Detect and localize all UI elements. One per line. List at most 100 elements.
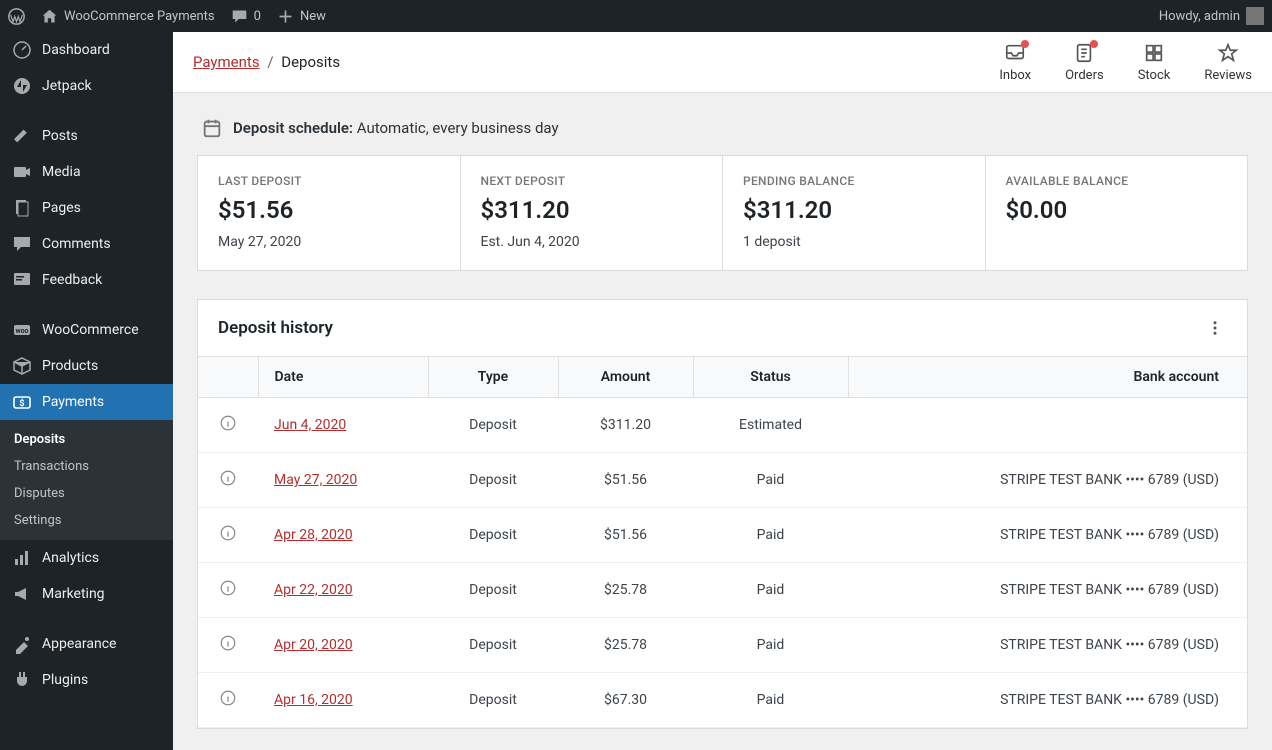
breadcrumb: Payments / Deposits (193, 53, 340, 71)
cell-type: Deposit (428, 453, 558, 508)
cell-amount: $25.78 (558, 618, 693, 673)
menu-pages[interactable]: Pages (0, 190, 173, 226)
activity-stock[interactable]: Stock (1138, 42, 1171, 83)
menu-dashboard[interactable]: Dashboard (0, 32, 173, 68)
stock-icon (1143, 42, 1165, 64)
table-row[interactable]: Apr 22, 2020Deposit$25.78PaidSTRIPE TEST… (198, 563, 1247, 618)
menu-analytics[interactable]: Analytics (0, 540, 173, 576)
table-row[interactable]: Apr 16, 2020 Deposit$67.30PaidSTRIPE TEST… (198, 673, 1247, 728)
menu-marketing[interactable]: Marketing (0, 576, 173, 612)
cell-date: May 27, 2020 (258, 453, 428, 508)
col-type[interactable]: Type (428, 357, 558, 398)
activity-inbox[interactable]: Inbox (999, 42, 1031, 83)
info-icon[interactable] (198, 618, 258, 673)
menu-appearance[interactable]: Appearance (0, 626, 173, 662)
cell-amount: $51.56 (558, 508, 693, 563)
menu-plugins[interactable]: Plugins (0, 662, 173, 698)
info-icon[interactable] (198, 398, 258, 453)
submenu-deposits[interactable]: Deposits (0, 426, 173, 453)
cell-status: Paid (693, 673, 848, 728)
menu-woocommerce[interactable]: wooWooCommerce (0, 312, 173, 348)
breadcrumb-current: Deposits (281, 53, 340, 71)
submenu-transactions[interactable]: Transactions (0, 453, 173, 480)
submenu-settings[interactable]: Settings (0, 507, 173, 534)
col-status[interactable]: Status (693, 357, 848, 398)
new-label: New (300, 9, 326, 24)
orders-icon (1073, 42, 1095, 64)
cell-date: Jun 4, 2020 (258, 398, 428, 453)
payments-submenu: Deposits Transactions Disputes Settings (0, 420, 173, 540)
breadcrumb-parent[interactable]: Payments (193, 53, 260, 71)
activity-orders[interactable]: Orders (1065, 42, 1104, 83)
comments-link[interactable]: 0 (231, 8, 261, 25)
site-home[interactable]: WooCommerce Payments (41, 8, 215, 25)
deposit-date-link[interactable]: May 27, 2020 (274, 472, 357, 488)
cell-date: Apr 16, 2020 (258, 673, 428, 728)
cell-type: Deposit (428, 673, 558, 728)
table-row[interactable]: Apr 28, 2020Deposit$51.56PaidSTRIPE TEST… (198, 508, 1247, 563)
panel-title: Deposit history (218, 318, 333, 338)
menu-jetpack[interactable]: Jetpack (0, 68, 173, 104)
cell-type: Deposit (428, 398, 558, 453)
cell-amount: $51.56 (558, 453, 693, 508)
card-pending-balance: PENDING BALANCE $311.20 1 deposit (723, 156, 986, 270)
card-next-deposit: NEXT DEPOSIT $311.20 Est. Jun 4, 2020 (461, 156, 724, 270)
table-row[interactable]: May 27, 2020Deposit$51.56PaidSTRIPE TEST… (198, 453, 1247, 508)
menu-feedback[interactable]: Feedback (0, 262, 173, 298)
deposit-history-panel: Deposit history Date Type Amount Status … (197, 299, 1248, 729)
cell-bank (848, 398, 1247, 453)
card-available-balance: AVAILABLE BALANCE $0.00 (986, 156, 1248, 270)
adminbar: WooCommerce Payments 0 New Howdy, admin (0, 0, 1272, 32)
howdy[interactable]: Howdy, admin (1159, 7, 1264, 25)
cell-amount: $67.30 (558, 673, 693, 728)
cell-date: Apr 28, 2020 (258, 508, 428, 563)
deposit-date-link[interactable]: Apr 20, 2020 (274, 637, 353, 653)
new-content[interactable]: New (277, 8, 326, 25)
wp-logo[interactable] (8, 8, 25, 25)
activity-panel: Inbox Orders Stock Reviews (999, 42, 1252, 83)
comments-count: 0 (254, 9, 261, 24)
deposit-date-link[interactable]: Apr 16, 2020 (274, 692, 353, 708)
menu-media[interactable]: Media (0, 154, 173, 190)
main-content: Payments / Deposits Inbox Orders Stock (173, 32, 1272, 750)
deposit-schedule: Deposit schedule: Automatic, every busin… (197, 117, 1248, 139)
menu-posts[interactable]: Posts (0, 118, 173, 154)
cell-bank: STRIPE TEST BANK •••• 6789 (USD) (848, 618, 1247, 673)
col-amount[interactable]: Amount (558, 357, 693, 398)
cell-status: Paid (693, 563, 848, 618)
cell-bank: STRIPE TEST BANK •••• 6789 (USD) (848, 673, 1247, 728)
menu-comments[interactable]: Comments (0, 226, 173, 262)
col-info[interactable] (198, 357, 258, 398)
cell-bank: STRIPE TEST BANK •••• 6789 (USD) (848, 508, 1247, 563)
info-icon[interactable] (198, 673, 258, 728)
cell-type: Deposit (428, 563, 558, 618)
cell-type: Deposit (428, 618, 558, 673)
submenu-disputes[interactable]: Disputes (0, 480, 173, 507)
admin-sidebar: Dashboard Jetpack Posts Media Pages Comm… (0, 32, 173, 750)
cell-status: Paid (693, 618, 848, 673)
activity-reviews[interactable]: Reviews (1204, 42, 1252, 83)
menu-products[interactable]: Products (0, 348, 173, 384)
calendar-icon (201, 117, 223, 139)
info-icon[interactable] (198, 453, 258, 508)
menu-payments[interactable]: $Payments (0, 384, 173, 420)
deposit-date-link[interactable]: Apr 22, 2020 (274, 582, 353, 598)
cell-bank: STRIPE TEST BANK •••• 6789 (USD) (848, 563, 1247, 618)
deposits-table: Date Type Amount Status Bank account Jun… (198, 356, 1247, 728)
cell-date: Apr 22, 2020 (258, 563, 428, 618)
svg-text:woo: woo (15, 327, 28, 335)
info-icon[interactable] (198, 563, 258, 618)
panel-menu-button[interactable] (1203, 316, 1227, 340)
col-bank[interactable]: Bank account (848, 357, 1247, 398)
deposit-date-link[interactable]: Apr 28, 2020 (274, 527, 353, 543)
svg-text:$: $ (19, 398, 24, 409)
cell-status: Estimated (693, 398, 848, 453)
table-row[interactable]: Jun 4, 2020 Deposit$311.20Estimated (198, 398, 1247, 453)
info-icon[interactable] (198, 508, 258, 563)
cell-amount: $311.20 (558, 398, 693, 453)
deposit-date-link[interactable]: Jun 4, 2020 (274, 417, 346, 433)
cell-status: Paid (693, 453, 848, 508)
table-row[interactable]: Apr 20, 2020 Deposit$25.78PaidSTRIPE TEST… (198, 618, 1247, 673)
cell-date: Apr 20, 2020 (258, 618, 428, 673)
col-date[interactable]: Date (258, 357, 428, 398)
